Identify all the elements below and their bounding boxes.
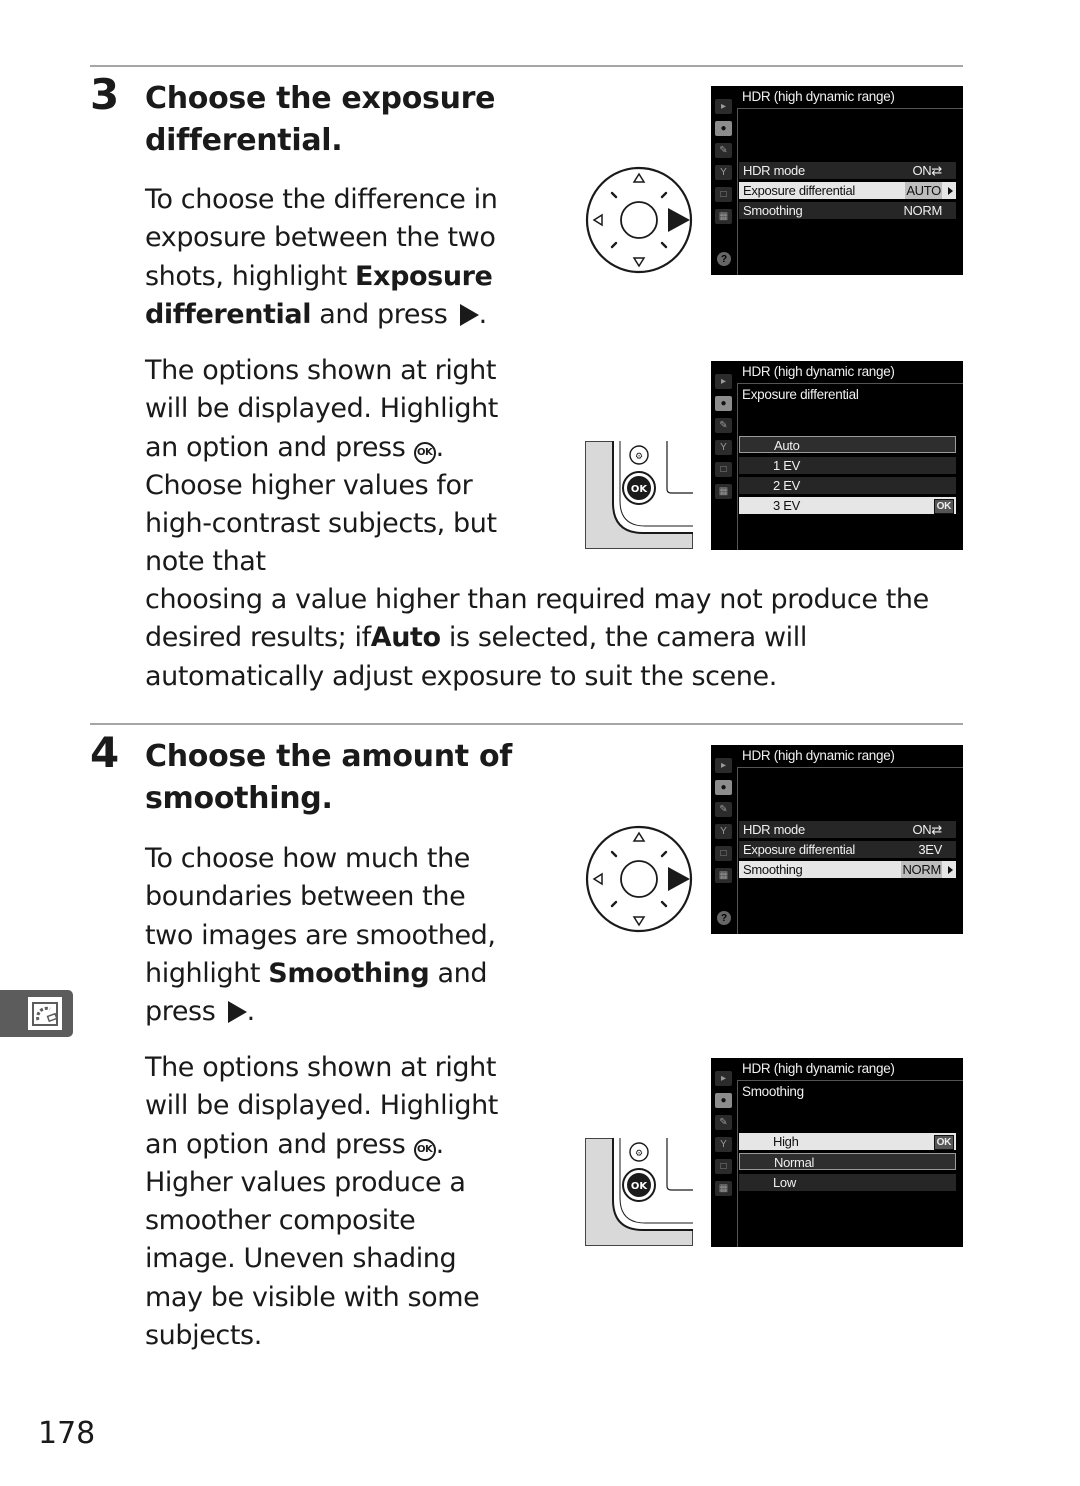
step-instruction: To choose how much the boundaries betwee… [145,843,496,1028]
retouch-menu-icon[interactable]: □ [715,846,732,861]
menu-item-exposure-differential[interactable]: Exposure differential AUTO [739,182,956,199]
option-3ev[interactable]: 3 EV OK [739,497,956,514]
shooting-menu-icon[interactable]: ● [715,396,732,411]
retouch-menu-icon[interactable]: □ [715,462,732,477]
shooting-menu-hdr-icon [28,997,62,1030]
my-menu-icon[interactable]: ▦ [715,484,732,499]
step-instruction: To choose the difference in exposure bet… [145,184,498,330]
multi-selector-right-icon [227,1001,247,1024]
menu-item-hdr-mode[interactable]: HDR mode ON⇄ [739,162,956,179]
camera-options-screen: ▸ ● ✎ Y □ ▦ HDR (high dynamic range) Exp… [711,361,963,550]
screen-title: HDR (high dynamic range) [742,1061,895,1076]
menu-item-exposure-differential[interactable]: Exposure differential 3EV [739,841,956,858]
step-detail-part2: choosing a value higher than required ma… [145,584,929,692]
chevron-right-icon [948,866,953,874]
ok-badge: OK [933,499,954,514]
custom-settings-pencil-icon[interactable]: ✎ [715,1115,732,1130]
custom-settings-pencil-icon[interactable]: ✎ [715,418,732,433]
menu-item-smoothing[interactable]: Smoothing NORM [739,202,956,219]
option-2ev[interactable]: 2 EV [739,477,956,494]
retouch-menu-icon[interactable]: □ [715,187,732,202]
section-divider [90,65,963,67]
page-number: 178 [38,1416,96,1451]
screen-title: HDR (high dynamic range) [742,748,895,763]
setup-wrench-icon[interactable]: Y [715,440,732,455]
option-low[interactable]: Low [739,1174,956,1191]
camera-options-screen: ▸ ● ✎ Y □ ▦ HDR (high dynamic range) Smo… [711,1058,963,1247]
shooting-menu-icon[interactable]: ● [715,1093,732,1108]
step-detail-part1: The options shown at right will be displ… [145,355,498,578]
screen-title: HDR (high dynamic range) [742,89,895,104]
multi-selector-right-icon [459,303,479,326]
option-1ev[interactable]: 1 EV [739,457,956,474]
playback-menu-icon[interactable]: ▸ [715,99,732,114]
help-icon[interactable]: ? [717,911,731,925]
setup-wrench-icon[interactable]: Y [715,165,732,180]
ok-button-diagram: ⚙ OK [585,441,693,549]
screen-title: HDR (high dynamic range) [742,364,895,379]
menu-item-hdr-mode[interactable]: HDR mode ON⇄ [739,821,956,838]
svg-text:⚙: ⚙ [635,452,643,462]
playback-menu-icon[interactable]: ▸ [715,1071,732,1086]
step-detail: The options shown at right will be displ… [145,1052,498,1352]
my-menu-icon[interactable]: ▦ [715,868,732,883]
chapter-tab [0,990,73,1037]
shooting-menu-icon[interactable]: ● [715,780,732,795]
playback-menu-icon[interactable]: ▸ [715,374,732,389]
setup-wrench-icon[interactable]: Y [715,824,732,839]
ok-button-icon: OK [413,441,436,464]
setup-wrench-icon[interactable]: Y [715,1137,732,1152]
multi-selector-press-right-icon [585,166,693,274]
svg-text:⚙: ⚙ [635,1149,643,1159]
playback-menu-icon[interactable]: ▸ [715,758,732,773]
ok-button-icon: OK [413,1138,436,1161]
custom-settings-pencil-icon[interactable]: ✎ [715,802,732,817]
option-normal[interactable]: Normal [739,1153,956,1170]
custom-settings-pencil-icon[interactable]: ✎ [715,143,732,158]
option-auto[interactable]: Auto [739,436,956,453]
step-number: 3 [90,70,120,119]
ok-button-diagram: ⚙ OK [585,1138,693,1246]
step-title: Choose the exposure differential. [145,81,496,158]
option-high[interactable]: High OK [739,1133,956,1150]
screen-subtitle: Exposure differential [742,387,859,402]
chevron-right-icon [948,187,953,195]
multi-selector-press-right-icon [585,825,693,933]
retouch-menu-icon[interactable]: □ [715,1159,732,1174]
screen-subtitle: Smoothing [742,1084,804,1099]
ok-label: OK [631,484,649,495]
step-number: 4 [90,728,120,777]
menu-item-smoothing[interactable]: Smoothing NORM [739,861,956,878]
section-divider [90,723,963,725]
shooting-menu-icon[interactable]: ● [715,121,732,136]
step-title: Choose the amount of smoothing. [145,739,513,816]
help-icon[interactable]: ? [717,252,731,266]
my-menu-icon[interactable]: ▦ [715,209,732,224]
my-menu-icon[interactable]: ▦ [715,1181,732,1196]
ok-badge: OK [933,1135,954,1150]
camera-menu-screen: ▸ ● ✎ Y □ ▦ ? HDR (high dynamic range) H… [711,745,963,934]
svg-text:OK: OK [631,1181,649,1192]
camera-menu-screen: ▸ ● ✎ Y □ ▦ ? HDR (high dynamic range) H… [711,86,963,275]
menu-sidebar: ▸ ● ✎ Y □ ▦ ? [711,86,737,275]
